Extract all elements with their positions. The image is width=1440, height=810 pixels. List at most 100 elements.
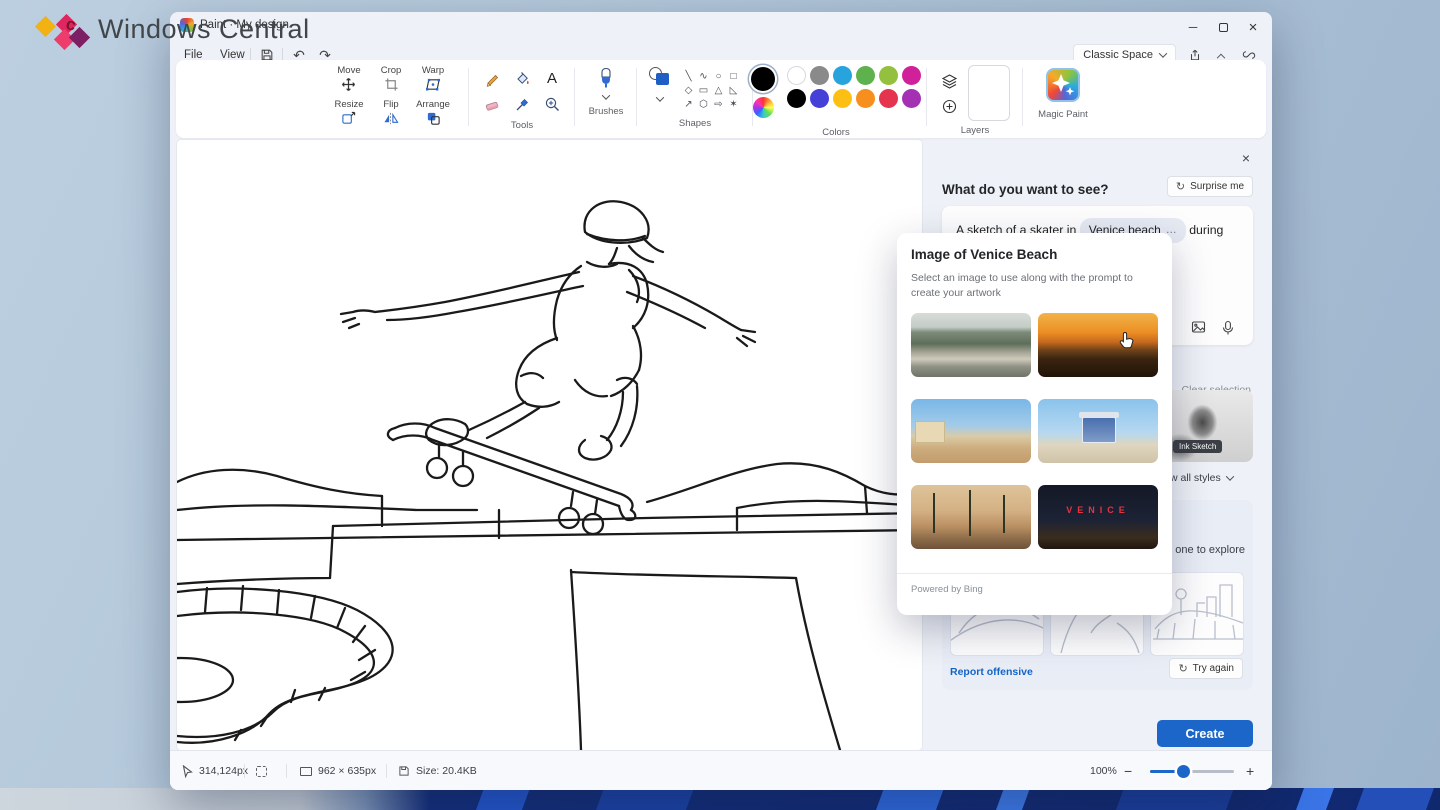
chevron-down-icon[interactable] (602, 91, 610, 99)
warp-tool[interactable]: Warp (422, 65, 444, 99)
magic-paint-icon[interactable] (1046, 68, 1080, 102)
resize-tool[interactable]: Resize (334, 99, 363, 133)
layers-icon[interactable] (941, 74, 958, 89)
color-swatch[interactable] (787, 89, 806, 108)
flip-tool[interactable]: Flip (383, 99, 399, 133)
chevron-down-icon[interactable] (656, 93, 664, 101)
colors-group: Colors (742, 65, 920, 138)
move-tool[interactable]: Move (337, 65, 360, 99)
image-option-skatepark-sunset[interactable] (1038, 313, 1158, 377)
move-label: Move (337, 65, 360, 76)
toolbar-divider (636, 68, 637, 126)
create-button[interactable]: Create (1157, 720, 1253, 747)
watermark-text: Windows Central (98, 14, 310, 45)
toolbar-divider (1022, 68, 1023, 126)
color-wheel-picker[interactable] (753, 97, 774, 118)
wallpaper-bloom (0, 788, 1440, 810)
zoom-slider-thumb[interactable] (1177, 765, 1190, 778)
try-again-button[interactable]: ↻ Try again (1169, 658, 1243, 679)
color-swatch[interactable] (810, 89, 829, 108)
color-swatch[interactable] (879, 66, 898, 85)
image-option-palm-boardwalk[interactable] (911, 313, 1031, 377)
venice-sign-text: VENICE (1038, 505, 1158, 515)
brushes-group: Brushes (580, 65, 632, 117)
color-swatch[interactable] (856, 89, 875, 108)
shape-circle[interactable]: ○ (715, 71, 721, 82)
panel-close-icon[interactable]: × (1235, 150, 1257, 170)
microphone-icon[interactable] (1221, 320, 1235, 336)
resize-label: Resize (334, 99, 363, 110)
eyedropper-tool[interactable] (514, 96, 531, 113)
shape-hexagon[interactable]: ⬡ (699, 99, 708, 110)
image-option-palms-dusk[interactable] (911, 485, 1031, 549)
bloom-ribbon (1114, 788, 1236, 810)
shape-block-arrow[interactable]: ⇨ (714, 99, 722, 110)
surprise-me-button[interactable]: ↻ Surprise me (1167, 176, 1253, 197)
current-color-swatch[interactable] (751, 67, 775, 91)
shape-triangle[interactable]: △ (715, 85, 723, 96)
color-swatch[interactable] (833, 66, 852, 85)
magic-paint-label: Magic Paint (1038, 109, 1088, 120)
panel-heading: What do you want to see? (942, 182, 1109, 197)
text-tool[interactable]: A (547, 70, 557, 87)
file-size: Size: 20.4KB (398, 751, 477, 791)
drawing-canvas[interactable] (177, 140, 922, 750)
color-swatch[interactable] (810, 66, 829, 85)
zoom-out-button[interactable]: − (1124, 751, 1132, 791)
eraser-tool[interactable] (484, 96, 501, 113)
shape-curve[interactable]: ∿ (699, 71, 707, 82)
insert-image-icon[interactable] (1191, 320, 1207, 335)
chevron-down-icon (1159, 49, 1167, 57)
titlebar: Paint · My design ─ × (170, 12, 1272, 42)
shapes-group: ╲ ∿ ○ □ ◇ ▭ △ ◺ ↗ ⬡ ⇨ ✶ Shapes (642, 65, 748, 129)
zoom-in-button[interactable]: + (1246, 751, 1254, 791)
magic-paint-group: Magic Paint (1028, 65, 1098, 120)
shape-line[interactable]: ╲ (685, 71, 691, 82)
skater-sketch (177, 140, 922, 750)
bloom-ribbon (1354, 788, 1436, 810)
popup-title: Image of Venice Beach (911, 247, 1057, 262)
minimize-button[interactable]: ─ (1178, 16, 1208, 38)
selection-tool-status[interactable] (256, 751, 267, 791)
palm-decor (1003, 495, 1005, 533)
fill-tool[interactable] (514, 70, 531, 87)
color-swatch[interactable] (833, 89, 852, 108)
style-badge: Ink Sketch (1173, 440, 1222, 453)
zoom-slider[interactable] (1150, 770, 1234, 773)
popup-subtitle: Select an image to use along with the pr… (911, 271, 1155, 301)
image-option-venice-sign[interactable]: VENICE (1038, 485, 1158, 549)
shape-right-triangle[interactable]: ◺ (730, 85, 738, 96)
status-separator (286, 764, 287, 778)
color-swatch[interactable] (902, 89, 921, 108)
try-again-label: Try again (1193, 663, 1234, 674)
add-layer-icon[interactable] (942, 99, 957, 114)
shape-arrow[interactable]: ↗ (684, 99, 692, 110)
report-offensive-link[interactable]: Report offensive (950, 666, 1033, 678)
brush-icon[interactable] (597, 67, 615, 91)
color-swatch[interactable] (902, 66, 921, 85)
maximize-icon (1219, 23, 1228, 32)
color-swatch[interactable] (856, 66, 875, 85)
image-option-boardwalk-bikes[interactable] (911, 399, 1031, 463)
color-swatch[interactable] (879, 89, 898, 108)
shape-preview-icon[interactable] (649, 67, 671, 87)
close-button[interactable]: × (1238, 16, 1268, 38)
shape-polygon[interactable]: ◇ (685, 85, 693, 96)
brushes-label: Brushes (589, 106, 624, 117)
shape-square[interactable]: □ (730, 71, 736, 82)
shapes-label: Shapes (679, 118, 711, 129)
pencil-tool[interactable] (484, 70, 501, 87)
image-option-lifeguard-tower[interactable] (1038, 399, 1158, 463)
shape-rounded-rect[interactable]: ▭ (699, 85, 708, 96)
pointer-icon (182, 765, 193, 778)
shape-star[interactable]: ✶ (729, 99, 737, 110)
arrange-tool[interactable]: Arrange (416, 99, 450, 133)
magnifier-tool[interactable] (544, 96, 561, 113)
layer-thumbnail[interactable] (968, 65, 1010, 121)
maximize-button[interactable] (1208, 16, 1238, 38)
refresh-icon: ↻ (1176, 180, 1185, 193)
color-swatch[interactable] (787, 66, 806, 85)
crop-tool[interactable]: Crop (381, 65, 402, 99)
status-separator (244, 764, 245, 778)
tools-label: Tools (511, 120, 533, 131)
